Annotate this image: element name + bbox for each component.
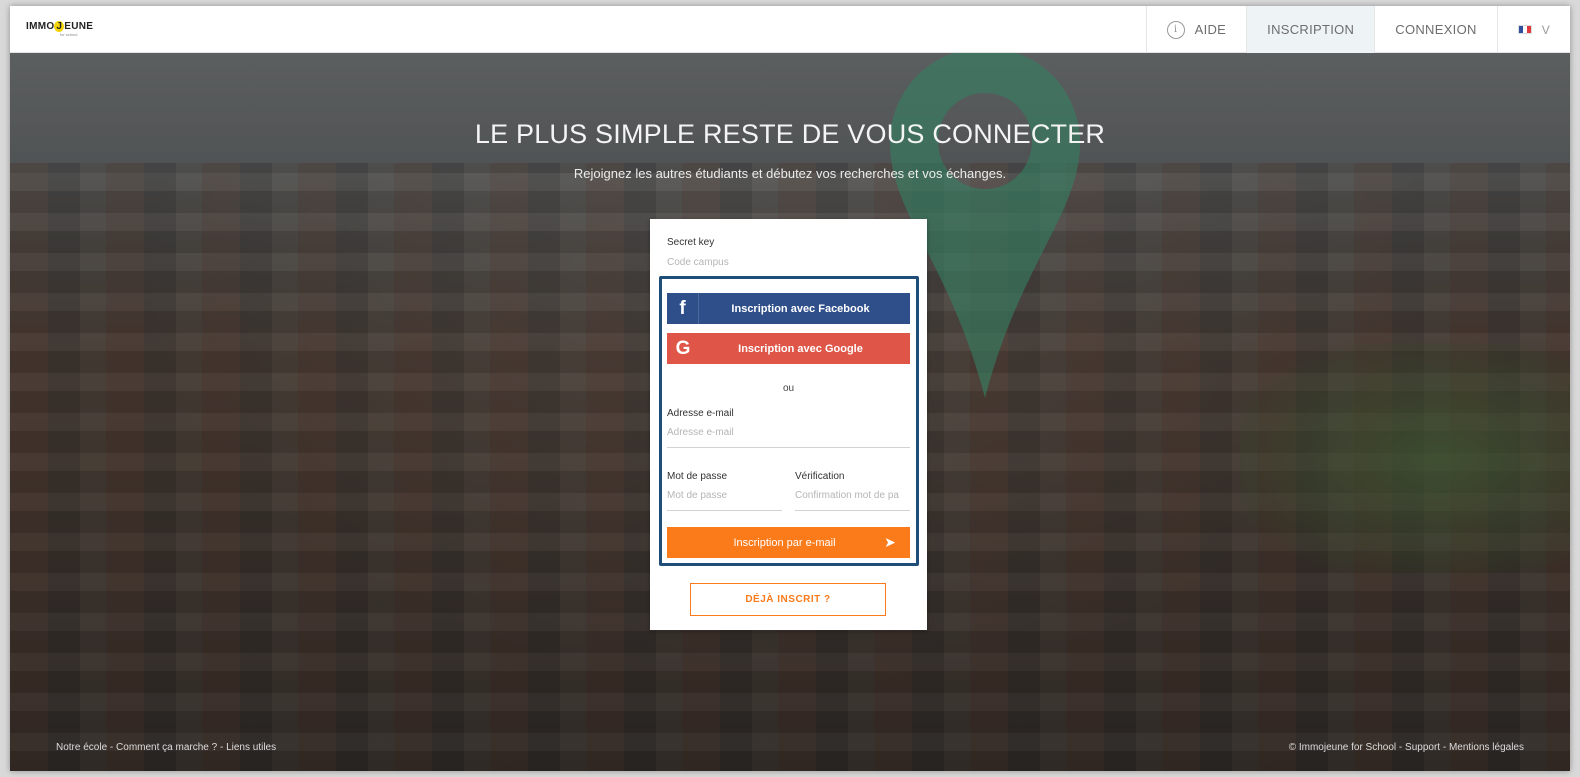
- secret-key-label: Secret key: [667, 237, 715, 248]
- footer-right-links: © Immojeune for School - Support - Menti…: [1289, 742, 1524, 753]
- footer-separator: -: [1440, 742, 1449, 753]
- verification-input[interactable]: Confirmation mot de pa: [795, 490, 910, 508]
- language-selector[interactable]: V: [1496, 6, 1570, 53]
- verification-underline: [795, 510, 910, 511]
- facebook-icon: f: [667, 293, 699, 324]
- immojeune-logo[interactable]: IMMO J EUNE for school: [26, 21, 94, 37]
- google-icon: G: [675, 337, 691, 359]
- nav-aide-label: AIDE: [1194, 22, 1227, 37]
- logo-text-pre: IMMO: [26, 21, 55, 32]
- password-label: Mot de passe: [667, 471, 728, 482]
- verification-label: Vérification: [795, 471, 845, 482]
- chevron-down-icon: V: [1541, 22, 1550, 37]
- secret-key-input[interactable]: Code campus: [667, 257, 907, 273]
- email-input[interactable]: Adresse e-mail: [667, 427, 910, 445]
- already-registered-button[interactable]: DÉJÀ INSCRIT ?: [690, 583, 886, 616]
- french-flag-icon: [1517, 25, 1532, 34]
- nav-connexion[interactable]: CONNEXION: [1374, 6, 1496, 53]
- footer-link-comment-ca-marche[interactable]: Comment ça marche ?: [116, 742, 217, 753]
- logo-text-j: J: [54, 21, 65, 32]
- footer-separator: -: [107, 742, 117, 753]
- footer-link-mentions-legales[interactable]: Mentions légales: [1449, 742, 1524, 753]
- email-underline: [667, 447, 910, 448]
- logo-text-post: EUNE: [64, 21, 94, 32]
- facebook-signup-button[interactable]: f Inscription avec Facebook: [667, 293, 910, 324]
- footer-link-notre-ecole[interactable]: Notre école: [56, 742, 107, 753]
- nav-inscription-label: INSCRIPTION: [1267, 22, 1355, 37]
- password-input[interactable]: Mot de passe: [667, 490, 782, 508]
- password-underline: [667, 510, 782, 511]
- email-signup-button[interactable]: Inscription par e-mail ➤: [667, 527, 910, 558]
- footer-left-links: Notre école - Comment ça marche ? - Lien…: [56, 742, 276, 753]
- top-navigation-bar: IMMO J EUNE for school i AIDE INSCRIPTION …: [10, 6, 1570, 53]
- google-signup-button[interactable]: G Inscription avec Google: [667, 333, 910, 364]
- hero-section: LE PLUS SIMPLE RESTE DE VOUS CONNECTER R…: [10, 53, 1570, 771]
- signup-card: Secret key Code campus f Inscription ave…: [650, 219, 927, 630]
- nav-aide[interactable]: i AIDE: [1145, 6, 1247, 53]
- footer-separator: -: [217, 742, 227, 753]
- logo-subtitle: for school: [60, 32, 78, 37]
- nav-inscription[interactable]: INSCRIPTION: [1246, 6, 1375, 53]
- email-signup-label: Inscription par e-mail: [733, 536, 836, 549]
- hero-subtitle: Rejoignez les autres étudiants et débute…: [573, 166, 1007, 181]
- browser-page: IMMO J EUNE for school i AIDE INSCRIPTION …: [10, 6, 1570, 771]
- hero-title: LE PLUS SIMPLE RESTE DE VOUS CONNECTER: [474, 119, 1106, 149]
- nav-connexion-label: CONNEXION: [1395, 22, 1477, 37]
- footer-link-support[interactable]: Support: [1405, 742, 1440, 753]
- google-signup-label: Inscription avec Google: [738, 342, 863, 355]
- or-separator: ou: [782, 383, 795, 394]
- footer-copyright[interactable]: © Immojeune for School: [1289, 742, 1396, 753]
- facebook-signup-label: Inscription avec Facebook: [731, 302, 870, 315]
- footer-link-liens-utiles[interactable]: Liens utiles: [226, 742, 276, 753]
- send-arrow-icon: ➤: [884, 534, 896, 550]
- footer-separator: -: [1396, 742, 1406, 753]
- main-nav: i AIDE INSCRIPTION CONNEXION V: [1145, 6, 1570, 53]
- info-icon: i: [1166, 20, 1185, 39]
- email-label: Adresse e-mail: [667, 408, 734, 419]
